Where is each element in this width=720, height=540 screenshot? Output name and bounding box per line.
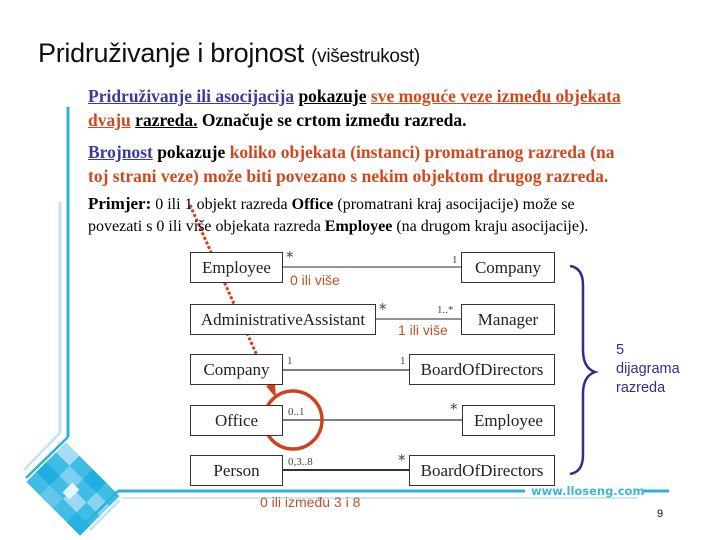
note-zero-or-three-to-eight: 0 ili između 3 i 8 bbox=[260, 494, 361, 510]
paragraph-example: Primjer: 0 ili 1 objekt razreda Office (… bbox=[88, 193, 708, 238]
website-link[interactable]: www.lloseng.com bbox=[531, 484, 644, 498]
multiplicity-employee: * bbox=[286, 248, 294, 266]
brace-label-line-2: dijagrama bbox=[616, 361, 680, 377]
highlight-count-1: koliko objekata (instanci) promatranog r… bbox=[229, 142, 615, 162]
multiplicity-board: 1 bbox=[400, 355, 406, 367]
uml-class-office: Office bbox=[190, 405, 283, 436]
title-main: Pridruživanje i brojnost bbox=[38, 38, 304, 68]
uml-class-board-of-directors: BoardOfDirectors bbox=[409, 354, 555, 385]
uml-class-employee: Employee bbox=[190, 252, 283, 283]
brace-label-line-1: 5 bbox=[616, 342, 625, 358]
example-text-3: povezati s 0 ili više objekata razreda bbox=[88, 218, 321, 235]
multiplicity-person: 0,3..8 bbox=[288, 456, 313, 468]
brace-label: 5 dijagrama razreda bbox=[616, 341, 680, 398]
example-text-2: (promatrani kraj asocijacije) može se bbox=[337, 196, 575, 213]
curly-brace-icon bbox=[569, 264, 599, 476]
term-association: Pridruživanje ili asocijacija bbox=[88, 86, 295, 106]
title-sub: (višestrukost) bbox=[311, 46, 420, 67]
multiplicity-employee-2: * bbox=[450, 400, 458, 418]
slide-title: Pridruživanje i brojnost (višestrukost) bbox=[38, 38, 420, 69]
term-multiplicity: Brojnost bbox=[88, 142, 153, 162]
line-description: Označuje se crtom između razreda. bbox=[201, 110, 467, 130]
verb-shows-2: pokazuje bbox=[157, 142, 226, 162]
multiplicity-assistant: * bbox=[379, 300, 387, 318]
uml-class-administrative-assistant: AdministrativeAssistant bbox=[190, 304, 376, 335]
uml-class-board-of-directors-2: BoardOfDirectors bbox=[409, 455, 555, 486]
multiplicity-company: 1 bbox=[452, 254, 458, 266]
example-class-employee: Employee bbox=[324, 218, 393, 235]
example-class-office: Office bbox=[291, 196, 334, 213]
paragraph-multiplicity: Brojnost pokazuje koliko objekata (insta… bbox=[88, 140, 708, 188]
paragraph-association: Pridruživanje ili asocijacija pokazuje s… bbox=[88, 84, 708, 132]
uml-class-employee-2: Employee bbox=[462, 405, 555, 436]
multiplicity-manager: 1..* bbox=[437, 304, 454, 316]
note-one-or-more: 1 ili više bbox=[398, 322, 448, 338]
highlight-count-2: toj strani veze) može biti povezano s ne… bbox=[88, 166, 609, 186]
brace-label-line-3: razreda bbox=[616, 380, 666, 396]
multiplicity-company-2: 1 bbox=[287, 355, 293, 367]
verb-shows: pokazuje bbox=[298, 86, 367, 106]
uml-class-company: Company bbox=[461, 252, 555, 283]
example-text-4: (na drugom kraju asocijacije). bbox=[396, 218, 589, 235]
tile-logo bbox=[26, 442, 120, 536]
note-zero-or-more: 0 ili više bbox=[290, 272, 340, 288]
uml-class-company-2: Company bbox=[190, 354, 283, 385]
slide-graphics bbox=[23, 107, 669, 536]
uml-class-manager: Manager bbox=[461, 304, 555, 335]
uml-class-person: Person bbox=[190, 455, 283, 486]
multiplicity-board-2: * bbox=[398, 451, 406, 469]
word-classes: razreda. bbox=[135, 110, 198, 130]
page-number: 9 bbox=[657, 508, 664, 520]
highlight-connections: sve moguće veze između objekata bbox=[370, 86, 621, 106]
example-text-1: 0 ili 1 objekt razreda bbox=[155, 196, 288, 213]
multiplicity-office: 0..1 bbox=[288, 406, 305, 418]
example-lead: Primjer: bbox=[88, 194, 152, 213]
highlight-two: dvaju bbox=[88, 110, 131, 130]
